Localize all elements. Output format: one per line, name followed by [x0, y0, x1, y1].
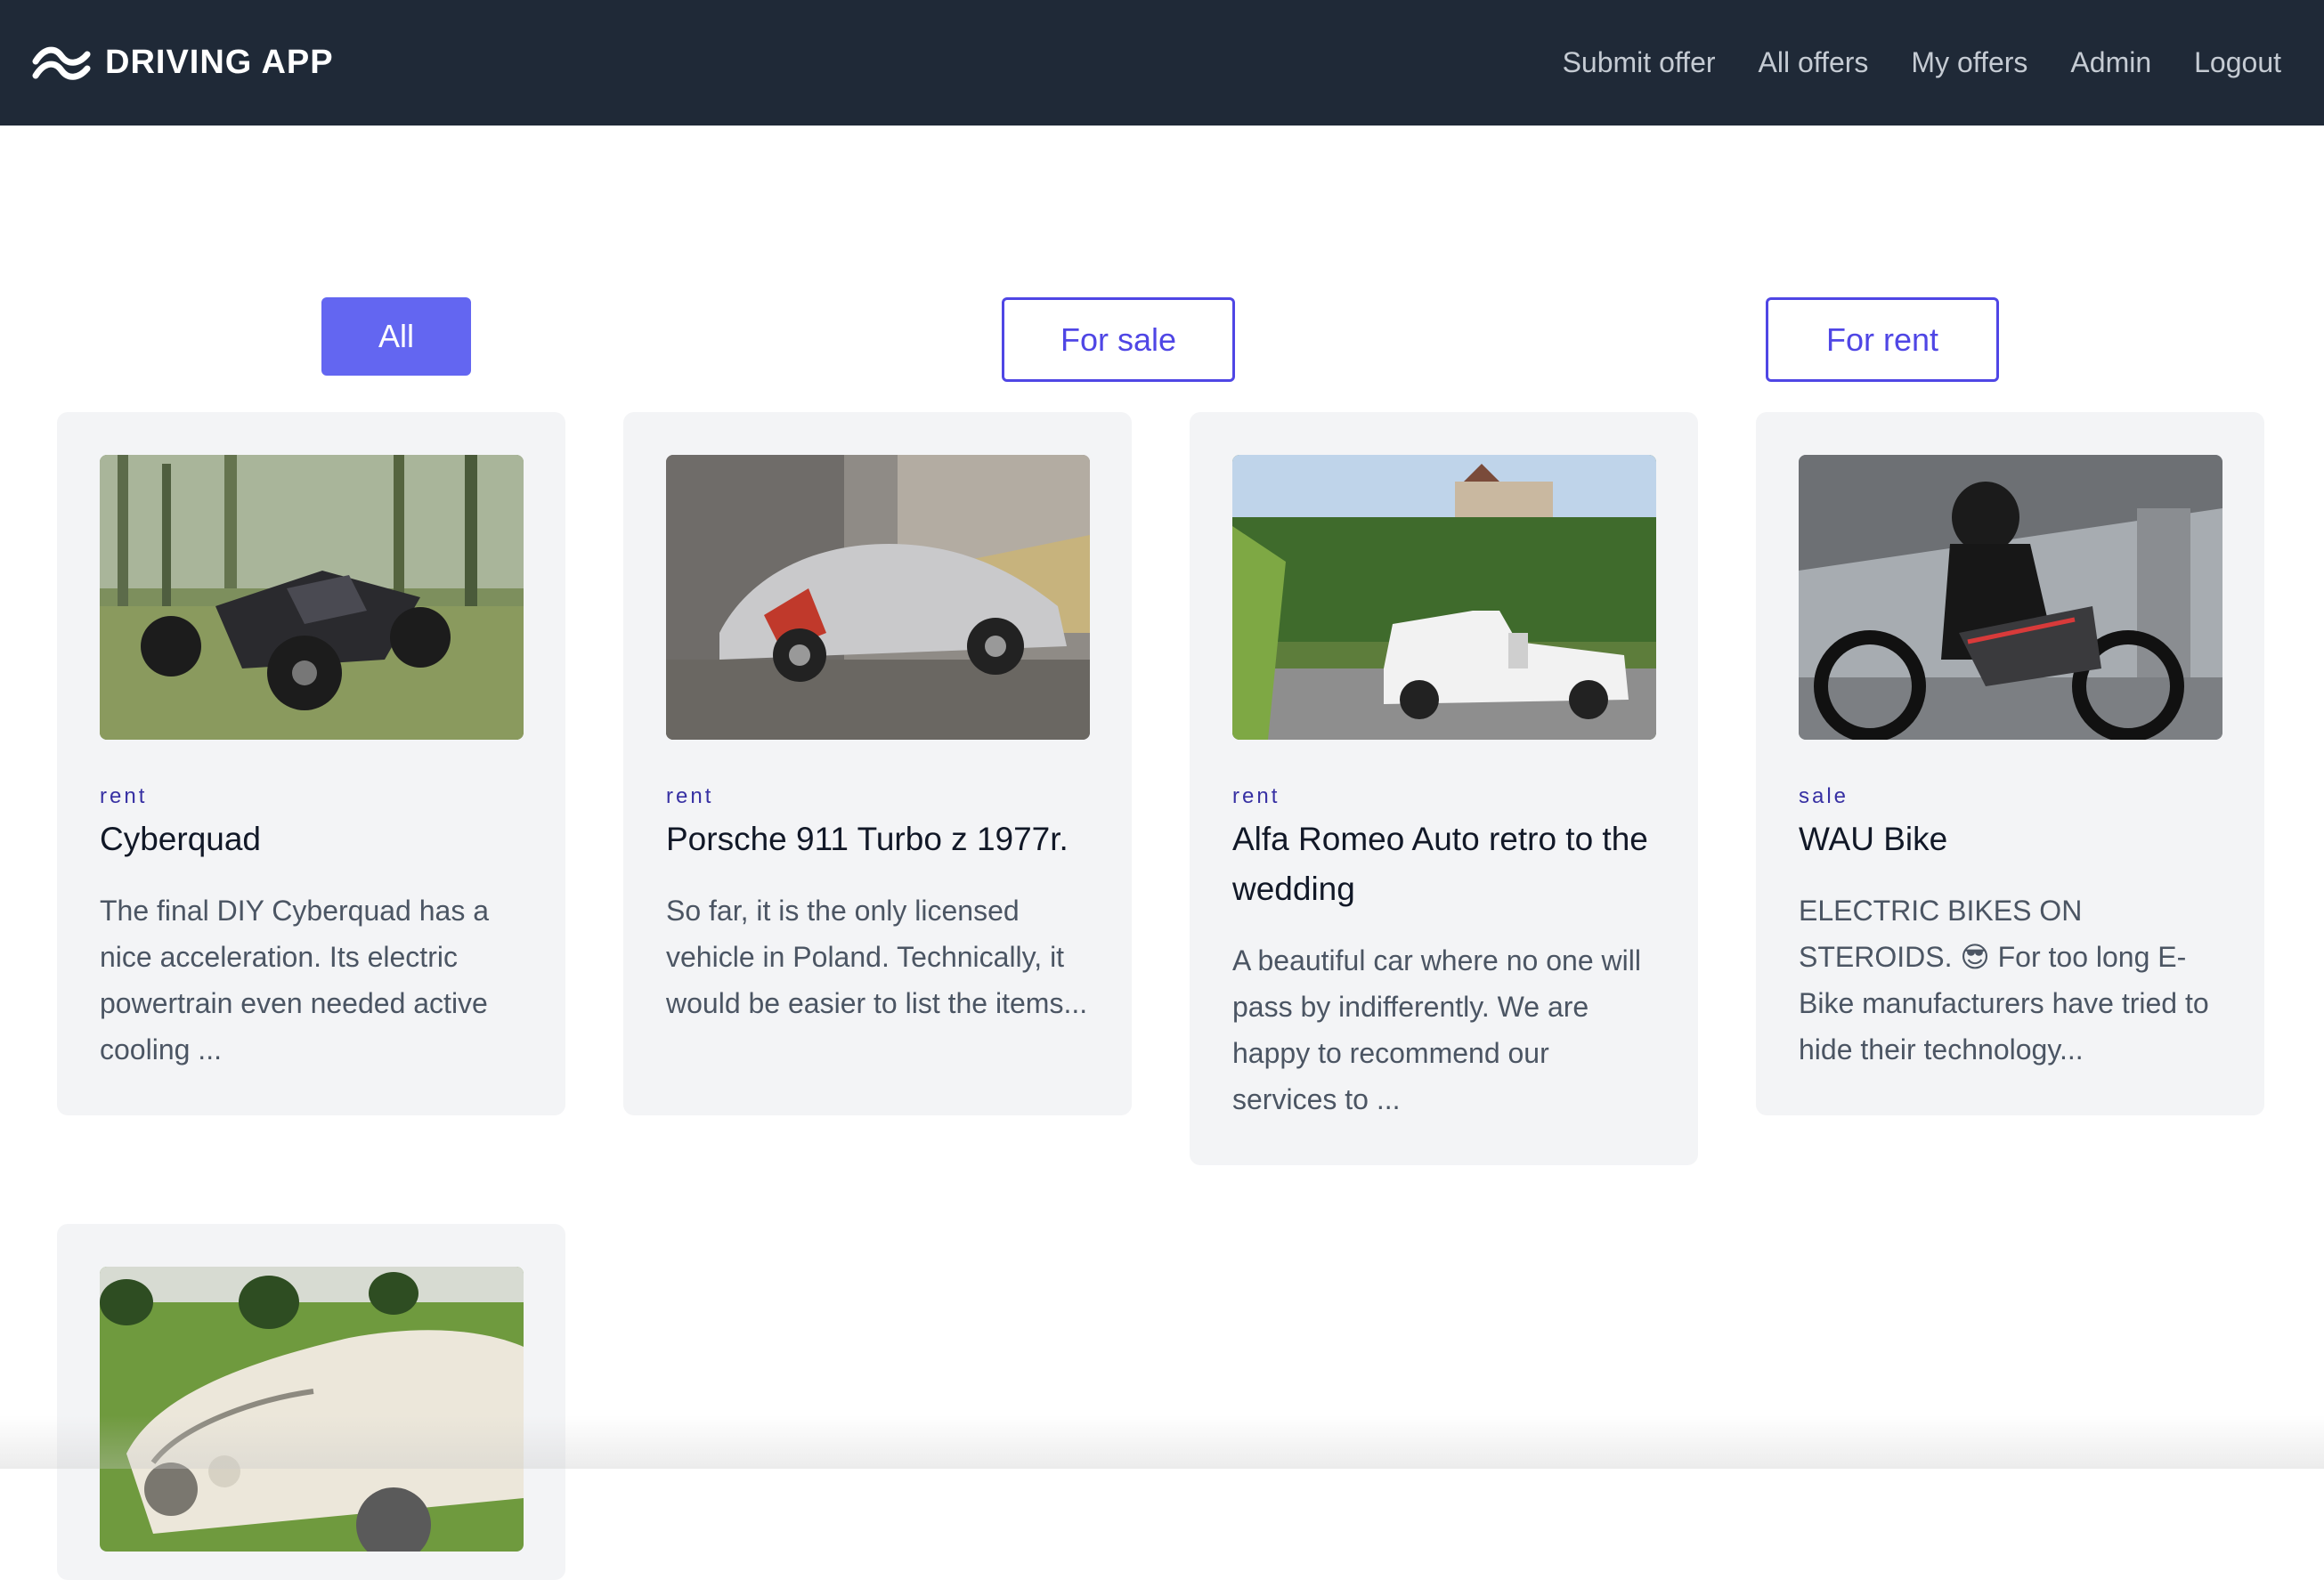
filter-for-rent-button[interactable]: For rent [1766, 297, 1999, 382]
offer-description: So far, it is the only licensed vehicle … [666, 895, 1088, 1019]
offer-description: ELECTRIC BIKES ON STEROIDS. 😎 For too lo… [1799, 895, 2209, 1065]
top-navbar: DRIVING APP Submit offer All offers My o… [0, 0, 2324, 126]
offer-card[interactable] [57, 1224, 565, 1580]
offer-card[interactable]: rent Porsche 911 Turbo z 1977r. So far, … [623, 412, 1132, 1115]
offer-title: Alfa Romeo Auto retro to the wedding [1232, 821, 1648, 907]
electric-bike-photo[interactable] [1799, 455, 2222, 740]
offer-title: Cyberquad [100, 821, 262, 857]
offer-type-label: rent [100, 784, 148, 808]
offer-card[interactable]: sale WAU Bike ELECTRIC BIKES ON STEROIDS… [1756, 412, 2264, 1115]
nav-links: Submit offer All offers My offers Admin … [1520, 0, 2281, 126]
brand-link[interactable]: DRIVING APP [32, 0, 334, 126]
white-classic-car-photo[interactable] [100, 1267, 524, 1552]
nav-submit-offer[interactable]: Submit offer [1563, 46, 1716, 79]
offer-type-label: sale [1799, 784, 1849, 808]
nav-all-offers[interactable]: All offers [1759, 46, 1869, 79]
offer-card[interactable]: rent Cyberquad The final DIY Cyberquad h… [57, 412, 565, 1115]
retro-car-photo[interactable] [1232, 455, 1656, 740]
offer-description: The final DIY Cyberquad has a nice accel… [100, 895, 489, 1065]
offer-card[interactable]: rent Alfa Romeo Auto retro to the weddin… [1190, 412, 1698, 1165]
porsche-photo[interactable] [666, 455, 1090, 740]
offer-type-label: rent [666, 784, 714, 808]
offer-title: WAU Bike [1799, 821, 1948, 857]
offer-title: Porsche 911 Turbo z 1977r. [666, 821, 1069, 857]
nav-my-offers[interactable]: My offers [1911, 46, 2027, 79]
offer-description: A beautiful car where no one will pass b… [1232, 944, 1641, 1115]
wave-logo-icon [32, 46, 91, 80]
offer-type-label: rent [1232, 784, 1280, 808]
quad-bike-photo[interactable] [100, 455, 524, 740]
nav-logout[interactable]: Logout [2194, 46, 2281, 79]
nav-admin[interactable]: Admin [2070, 46, 2151, 79]
brand-name: DRIVING APP [105, 44, 334, 81]
filter-all-button[interactable]: All [321, 297, 471, 376]
filter-for-sale-button[interactable]: For sale [1002, 297, 1235, 382]
